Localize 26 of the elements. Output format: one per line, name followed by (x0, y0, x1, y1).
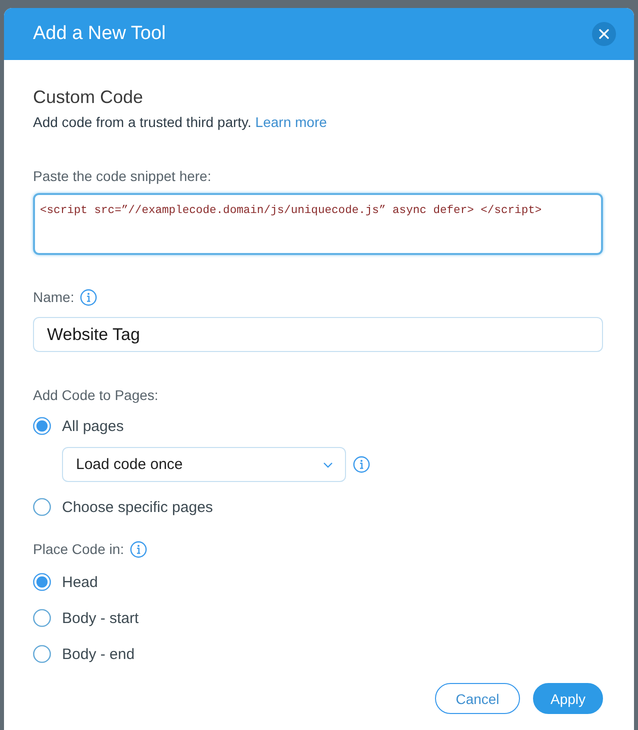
radio-label[interactable]: Body - end (62, 646, 135, 662)
code-snippet-field[interactable]: <script src=”//examplecode.domain/js/uniquecode.js” async defer> </script> (33, 193, 603, 255)
info-icon[interactable] (353, 456, 370, 473)
radio-label[interactable]: Choose specific pages (62, 498, 213, 516)
name-field[interactable]: Website Tag (33, 317, 603, 352)
chevron-down-icon (323, 462, 333, 468)
load-dropdown[interactable]: Load code once (62, 447, 346, 482)
radio-button[interactable] (33, 498, 51, 516)
close-button[interactable] (592, 22, 616, 46)
group-label: Add Code to Pages: (33, 386, 158, 404)
info-icon[interactable] (80, 288, 98, 306)
radio-label[interactable]: Head (62, 574, 98, 590)
close-icon (599, 29, 609, 39)
section-heading: Custom Code (33, 86, 144, 108)
radio-label[interactable]: Body - start (62, 610, 139, 626)
field-label: Paste the code snippet here: (33, 167, 212, 185)
section-description: Add code from a trusted third party. Learn more (33, 113, 327, 131)
group-label: Place Code in: (33, 540, 124, 558)
radio-label[interactable]: All pages (62, 418, 124, 434)
radio-button[interactable] (33, 609, 51, 627)
radio-button[interactable] (33, 645, 51, 663)
dialog-title: Add a New Tool (33, 23, 166, 45)
field-label: Name: (33, 288, 74, 306)
info-icon[interactable] (130, 540, 148, 558)
radio-button[interactable] (33, 417, 51, 435)
radio-button[interactable] (33, 573, 51, 591)
